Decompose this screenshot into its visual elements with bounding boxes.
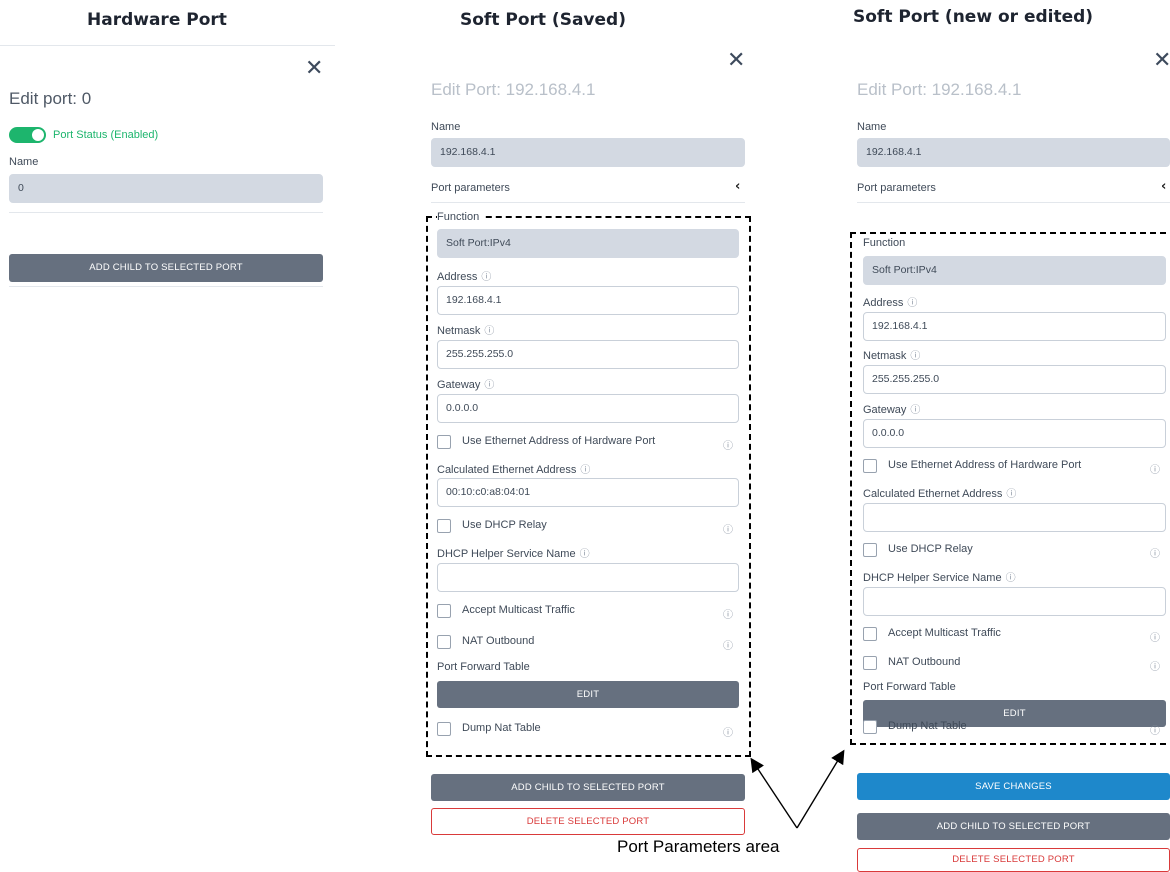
annotation-arrows [750, 749, 845, 829]
arrow-to-saved-area [750, 757, 798, 829]
arrow-to-new-area [796, 749, 845, 829]
annotation-label: Port Parameters area [617, 837, 780, 856]
